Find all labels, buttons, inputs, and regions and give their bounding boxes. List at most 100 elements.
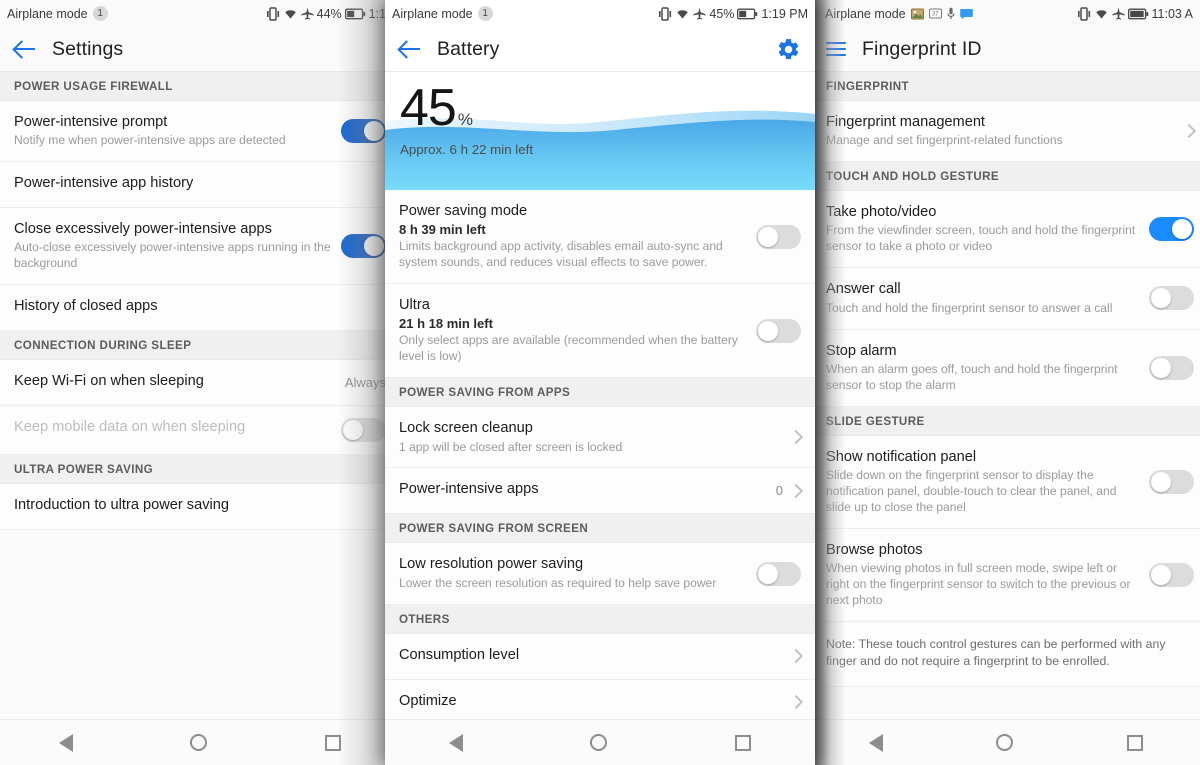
row-subtitle: Touch and hold the fingerprint sensor to… [826,300,1113,315]
battery-remaining-label: Approx. 6 h 22 min left [400,142,534,158]
row-control [1143,355,1194,380]
back-arrow-icon[interactable] [399,38,421,60]
vibrate-icon [1077,6,1090,21]
toggle-stop-alarm[interactable] [1149,355,1194,380]
fingerprint-scroll-area[interactable]: FINGERPRINT Fingerprint management Manag… [812,72,1200,719]
row-text-group: Power-intensive apps [399,480,766,498]
recents-icon[interactable] [1127,734,1144,751]
back-icon[interactable] [868,733,883,752]
row-power-saving-mode[interactable]: Power saving mode 8 h 39 min left Limits… [385,190,815,285]
row-control [1178,124,1197,139]
row-subtitle: 1 app will be closed after screen is loc… [399,439,623,454]
row-control [1143,562,1194,587]
toggle-low-resolution-power-saving[interactable] [756,561,801,586]
home-icon[interactable] [590,734,608,751]
home-icon[interactable] [996,734,1014,751]
row-consumption-level[interactable]: Consumption level [385,633,815,680]
row-text-group: Take photo/video From the viewfinder scr… [826,203,1143,255]
message-icon [959,8,973,19]
toggle-answer-call[interactable] [1149,286,1194,311]
toggle-knob [343,420,363,441]
toggle-knob [364,236,384,257]
hamburger-bar [826,48,846,50]
row-subtitle: Manage and set fingerprint-related funct… [826,133,1063,148]
row-title: Close excessively power-intensive apps [14,221,272,238]
row-text-group: Introduction to ultra power saving [14,496,386,514]
toggle-keep-mobile-data [341,418,386,443]
row-title: Fingerprint management [826,114,985,130]
row-text-group: Low resolution power saving Lower the sc… [399,555,746,591]
battery-scroll-area[interactable]: Power saving mode 8 h 39 min left Limits… [385,190,815,765]
fingerprint-phone-panel: Airplane mode 37 11:03 A Fingerprint ID … [812,0,1200,765]
row-take-photo-video[interactable]: Take photo/video From the viewfinder scr… [812,191,1200,269]
row-title: Stop alarm [826,342,897,359]
row-introduction-to-ultra-power-saving[interactable]: Introduction to ultra power saving [0,484,400,531]
row-stop-alarm[interactable]: Stop alarm When an alarm goes off, touch… [812,329,1200,407]
toggle-power-intensive-prompt[interactable] [341,119,386,144]
toggle-close-power-intensive-apps[interactable] [341,234,386,259]
row-control [1143,217,1194,242]
row-control [746,561,801,586]
row-answer-call[interactable]: Answer call Touch and hold the fingerpri… [812,268,1200,330]
back-arrow-icon[interactable] [14,38,36,60]
recents-icon[interactable] [735,734,752,751]
status-right-group: 11:03 A [1077,6,1193,21]
sim-icon: 37 [928,8,942,19]
row-power-intensive-app-history[interactable]: Power-intensive app history [0,162,400,209]
row-text-group: Power-intensive app history [14,174,386,192]
row-keep-wifi-on-when-sleeping[interactable]: Keep Wi-Fi on when sleeping Always [0,360,400,407]
row-title: History of closed apps [14,298,158,315]
row-ultra[interactable]: Ultra 21 h 18 min left Only select apps … [385,284,815,379]
row-lock-screen-cleanup[interactable]: Lock screen cleanup 1 app will be closed… [385,407,815,469]
toggle-take-photo-video[interactable] [1149,217,1194,242]
row-control [1143,286,1194,311]
percent-symbol: % [457,110,473,129]
section-header-power-usage-firewall: POWER USAGE FIREWALL [0,72,400,101]
airplane-mode-label: Airplane mode [392,6,473,21]
home-icon[interactable] [190,734,208,751]
toggle-knob [364,121,384,142]
row-history-of-closed-apps[interactable]: History of closed apps [0,285,400,332]
airplane-icon [693,7,706,20]
toggle-browse-photos[interactable] [1149,562,1194,587]
battery-status-bar: Airplane mode 1 45% 1:19 PM [385,0,815,27]
row-close-excessively-power-intensive-apps[interactable]: Close excessively power-intensive apps A… [0,208,400,286]
toggle-knob [758,226,778,247]
chevron-right-icon [788,430,804,445]
row-title: Introduction to ultra power saving [14,497,229,514]
wifi-icon [677,10,689,19]
toggle-show-notification-panel[interactable] [1149,469,1194,494]
airplane-mode-label: Airplane mode [825,6,906,21]
row-title: Show notification panel [826,448,977,465]
row-title: Power-intensive apps [399,481,539,498]
settings-page-title: Settings [52,37,124,60]
toggle-knob [1151,357,1171,378]
row-power-intensive-prompt[interactable]: Power-intensive prompt Notify me when po… [0,101,400,163]
back-icon[interactable] [58,733,73,752]
row-control: Always [335,375,386,390]
row-show-notification-panel[interactable]: Show notification panel Slide down on th… [812,435,1200,529]
hamburger-icon[interactable] [826,42,846,56]
toggle-knob [1151,564,1171,585]
section-header-connection-during-sleep: CONNECTION DURING SLEEP [0,331,400,361]
status-left-group: Airplane mode 1 [392,6,493,21]
toggle-power-saving-mode[interactable] [756,224,801,249]
row-subtitle: Only select apps are available (recommen… [399,333,738,364]
row-text-group: Fingerprint management Manage and set fi… [826,113,1178,149]
row-low-resolution-power-saving[interactable]: Low resolution power saving Lower the sc… [385,543,815,605]
hamburger-bar [826,54,846,56]
row-keep-mobile-data-on-when-sleeping: Keep mobile data on when sleeping [0,406,400,456]
recents-icon[interactable] [325,734,342,751]
battery-level-hero: 45% Approx. 6 h 22 min left [385,72,815,190]
fingerprint-status-bar: Airplane mode 37 11:03 A [812,0,1200,27]
toggle-ultra[interactable] [756,318,801,343]
gear-icon[interactable] [776,37,801,62]
settings-scroll-area[interactable]: POWER USAGE FIREWALL Power-intensive pro… [0,72,400,719]
section-header-fingerprint: FINGERPRINT [812,72,1200,101]
row-fingerprint-management[interactable]: Fingerprint management Manage and set fi… [812,101,1200,163]
row-text-group: Show notification panel Slide down on th… [826,448,1143,516]
row-browse-photos[interactable]: Browse photos When viewing photos in ful… [812,528,1200,622]
row-subtitle: Lower the screen resolution as required … [399,575,717,590]
back-icon[interactable] [448,733,463,752]
row-power-intensive-apps[interactable]: Power-intensive apps 0 [385,468,815,515]
